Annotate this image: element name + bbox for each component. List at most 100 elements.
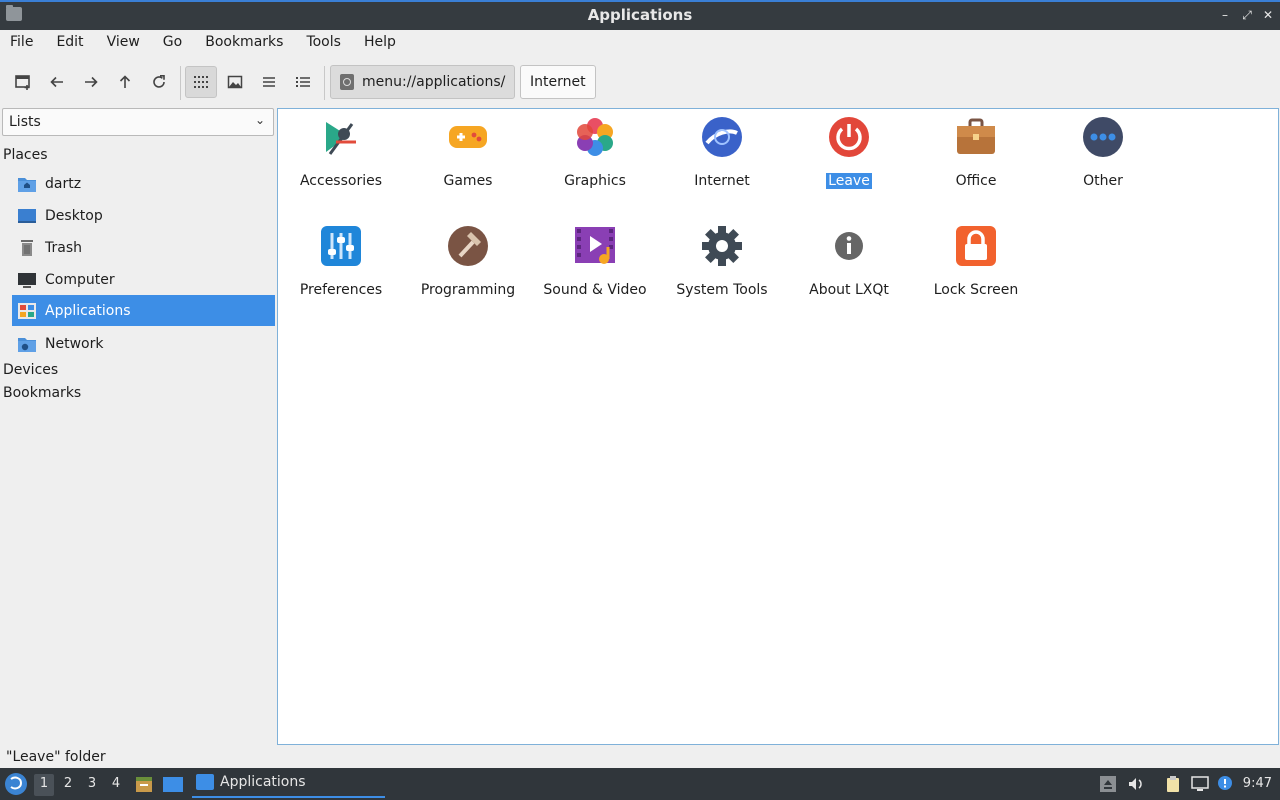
- new-window-icon: [15, 75, 30, 90]
- window-title: Applications: [587, 6, 693, 24]
- clock[interactable]: 9:47: [1243, 776, 1272, 791]
- menu-edit[interactable]: Edit: [56, 30, 83, 56]
- folder-item-games[interactable]: Games: [408, 116, 528, 189]
- sidebar-item-computer[interactable]: Computer: [12, 264, 275, 295]
- folder-item-other[interactable]: Other: [1043, 116, 1163, 189]
- image-icon: [227, 75, 243, 89]
- network-status-icon[interactable]: [1191, 775, 1209, 793]
- folder-item-label: Other: [1083, 173, 1123, 189]
- sidebar-item-dartz[interactable]: dartz: [12, 168, 275, 199]
- internet-icon: [702, 117, 742, 157]
- volume-icon[interactable]: [1127, 775, 1145, 793]
- side-pane-mode-value: Lists: [9, 114, 41, 130]
- eject-icon[interactable]: [1099, 775, 1117, 793]
- folder-item-graphics[interactable]: Graphics: [535, 116, 655, 189]
- sidebar-item-applications[interactable]: Applications: [12, 295, 275, 326]
- sidebar-item-network[interactable]: Network: [12, 328, 275, 359]
- sidebar-item-label: Applications: [45, 302, 131, 319]
- sidebar-item-label: Desktop: [45, 207, 103, 224]
- clipboard-icon[interactable]: [1164, 775, 1182, 793]
- new-window-button[interactable]: [7, 66, 39, 98]
- places-header[interactable]: Places: [3, 147, 48, 163]
- folder-icon: [196, 774, 214, 790]
- folder-item-label: Lock Screen: [933, 282, 1019, 298]
- list-icon: [263, 77, 275, 87]
- icon-view-button[interactable]: [185, 66, 217, 98]
- folder-item-label: Games: [443, 173, 493, 189]
- folder-item-preferences[interactable]: Preferences: [281, 225, 401, 298]
- path-next-label: Internet: [530, 74, 586, 90]
- sidebar-item-desktop[interactable]: Desktop: [12, 200, 275, 231]
- folder-item-internet[interactable]: Internet: [662, 116, 782, 189]
- bookmarks-header[interactable]: Bookmarks: [3, 385, 81, 401]
- up-button[interactable]: [109, 66, 141, 98]
- title-bar[interactable]: Applications – ⤢ ✕: [0, 0, 1280, 30]
- other-icon: [1083, 117, 1123, 157]
- taskbar-app-label: Applications: [220, 774, 306, 790]
- network-icon: [18, 337, 36, 352]
- path-button-current[interactable]: menu://applications/: [330, 65, 516, 99]
- close-icon[interactable]: ✕: [1261, 8, 1275, 22]
- sidebar-item-label: Computer: [45, 271, 115, 288]
- thumbnail-view-button[interactable]: [219, 66, 251, 98]
- icon-grid-icon: [194, 76, 208, 88]
- forward-button[interactable]: [75, 66, 107, 98]
- menu-go[interactable]: Go: [163, 30, 182, 56]
- app-menu-button[interactable]: [5, 773, 27, 795]
- menu-tools[interactable]: Tools: [306, 30, 341, 56]
- menu-bookmarks[interactable]: Bookmarks: [205, 30, 283, 56]
- menu-view[interactable]: View: [107, 30, 140, 56]
- toolbar-separator: [180, 66, 181, 100]
- accessories-icon: [326, 122, 356, 155]
- sidebar-item-label: Trash: [45, 239, 82, 256]
- applications-icon: [18, 302, 36, 319]
- info-icon: [835, 232, 863, 260]
- folder-item-leave[interactable]: Leave: [789, 116, 909, 189]
- sound-video-icon: [575, 227, 615, 264]
- sidebar-item-label: Network: [45, 335, 104, 352]
- system-tools-gear-icon: [702, 226, 742, 266]
- path-button-internet[interactable]: Internet: [520, 65, 596, 99]
- folder-item-label: Sound & Video: [543, 282, 647, 298]
- menu-help[interactable]: Help: [364, 30, 396, 56]
- arrow-left-icon: [50, 76, 63, 88]
- show-desktop-icon[interactable]: [162, 774, 184, 794]
- desktop-icon: [18, 208, 36, 223]
- office-briefcase-icon: [957, 118, 995, 154]
- folder-item-lock-screen[interactable]: Lock Screen: [916, 225, 1036, 298]
- detailed-list-icon: [296, 77, 310, 87]
- desktop-switch-2[interactable]: 2: [58, 776, 78, 791]
- folder-item-accessories[interactable]: Accessories: [281, 116, 401, 189]
- detailed-view-button[interactable]: [287, 66, 319, 98]
- folder-view[interactable]: Accessories Games Graphics Internet Leav…: [277, 108, 1279, 745]
- folder-item-sound-video[interactable]: Sound & Video: [535, 225, 655, 298]
- devices-header[interactable]: Devices: [3, 362, 58, 378]
- folder-item-about-lxqt[interactable]: About LXQt: [789, 225, 909, 298]
- status-text: "Leave" folder: [6, 749, 106, 765]
- compact-view-button[interactable]: [253, 66, 285, 98]
- folder-item-programming[interactable]: Programming: [408, 225, 528, 298]
- computer-icon: [18, 272, 36, 288]
- desktop-switch-1[interactable]: 1: [34, 774, 54, 796]
- reload-button[interactable]: [143, 66, 175, 98]
- sidebar-item-trash[interactable]: Trash: [12, 232, 275, 263]
- notification-icon[interactable]: [1216, 775, 1234, 793]
- file-manager-launcher-icon[interactable]: [134, 774, 154, 794]
- minimize-icon[interactable]: –: [1218, 8, 1232, 22]
- desktop-switch-4[interactable]: 4: [106, 776, 126, 791]
- maximize-icon[interactable]: ⤢: [1240, 8, 1254, 22]
- folder-item-office[interactable]: Office: [916, 116, 1036, 189]
- preferences-icon: [321, 226, 361, 266]
- folder-item-label: Internet: [694, 173, 750, 189]
- back-button[interactable]: [41, 66, 73, 98]
- games-icon: [449, 126, 487, 148]
- desktop-switch-3[interactable]: 3: [82, 776, 102, 791]
- home-folder-icon: [18, 177, 36, 192]
- side-pane-mode-select[interactable]: Lists ⌄: [2, 108, 274, 136]
- menu-file[interactable]: File: [10, 30, 33, 56]
- taskbar-app-applications[interactable]: Applications: [192, 768, 385, 798]
- lxqt-logo-icon: [10, 776, 23, 790]
- folder-item-label: Leave: [826, 173, 872, 189]
- folder-item-system-tools[interactable]: System Tools: [662, 225, 782, 298]
- folder-item-label: Accessories: [299, 173, 383, 189]
